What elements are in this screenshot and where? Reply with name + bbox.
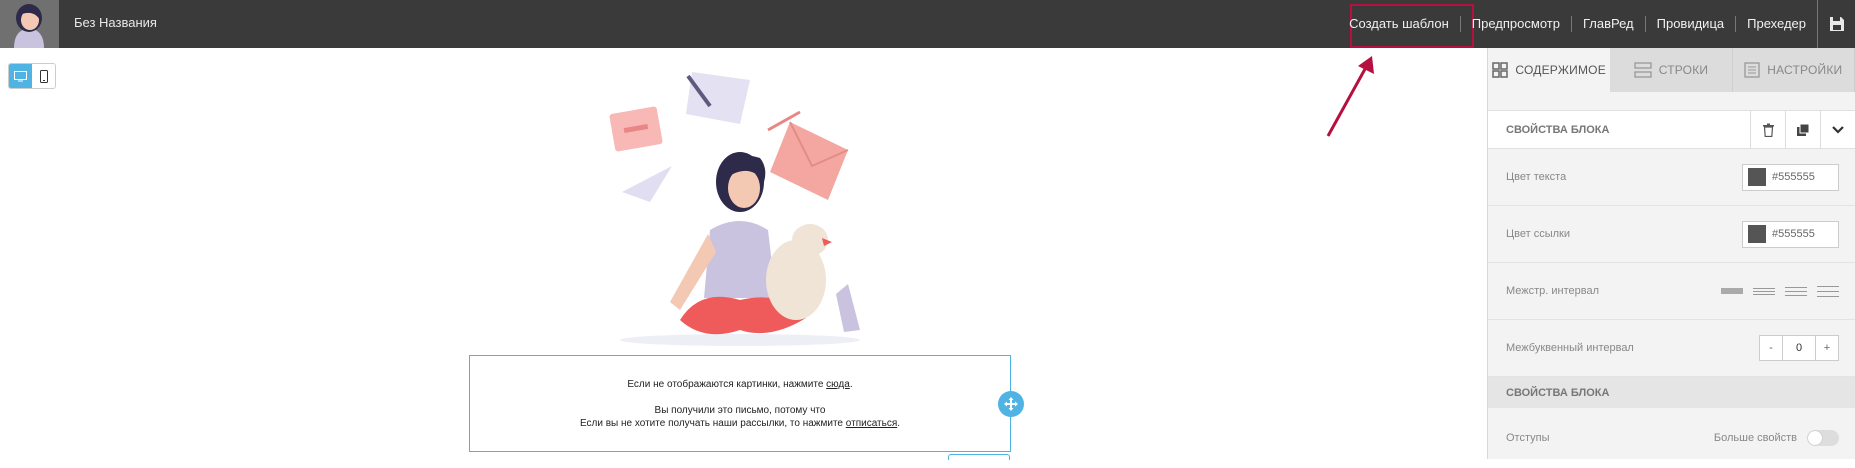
- annotation-arrow: [1326, 56, 1374, 137]
- line-height-wide-icon[interactable]: [1785, 283, 1807, 299]
- block-properties-header-2: СВОЙСТВА БЛОКА: [1488, 377, 1855, 408]
- reason-text: Вы получили это письмо, потому что: [654, 405, 826, 416]
- properties-panel: СОДЕРЖИМОЕ СТРОКИ НАСТРОЙКИ СВОЙСТВА БЛО…: [1487, 48, 1855, 459]
- save-icon: [1829, 17, 1844, 31]
- mobile-icon: [39, 69, 48, 83]
- text-color-value: #555555: [1772, 171, 1815, 183]
- unsubscribe-end: .: [897, 418, 901, 429]
- images-notice: Если не отображаются картинки, нажмите с…: [470, 378, 1010, 391]
- line-height-label: Межстр. интервал: [1506, 285, 1600, 297]
- duplicate-block-button[interactable]: [1785, 110, 1820, 149]
- view-here-link[interactable]: сюда: [826, 379, 850, 390]
- line-height-row: Межстр. интервал: [1488, 263, 1855, 320]
- letter-spacing-label: Межбуквенный интервал: [1506, 342, 1634, 354]
- providitsa-button[interactable]: Провидица: [1644, 16, 1736, 32]
- more-props-toggle[interactable]: [1807, 430, 1839, 446]
- create-template-button[interactable]: Создать шаблон: [1338, 16, 1460, 32]
- desktop-icon: [14, 70, 27, 81]
- panel-tabs: СОДЕРЖИМОЕ СТРОКИ НАСТРОЙКИ: [1488, 48, 1855, 92]
- trash-icon: [1762, 123, 1774, 137]
- grid-icon: [1492, 62, 1509, 78]
- tab-rows[interactable]: СТРОКИ: [1610, 48, 1733, 92]
- letter-spacing-row: Межбуквенный интервал - 0 +: [1488, 320, 1855, 377]
- more-props-control: Больше свойств: [1714, 430, 1839, 446]
- unsubscribe-notice: Если вы не хотите получать наши рассылки…: [470, 417, 1010, 430]
- tab-rows-label: СТРОКИ: [1658, 63, 1709, 77]
- text-color-label: Цвет текста: [1506, 171, 1567, 183]
- email-footer-block[interactable]: Если не отображаются картинки, нажмите с…: [469, 355, 1011, 452]
- collapse-block-button[interactable]: [1820, 110, 1855, 149]
- text-color-swatch[interactable]: [1748, 168, 1766, 186]
- images-notice-text: Если не отображаются картинки, нажмите: [627, 379, 827, 390]
- increment-button[interactable]: +: [1816, 336, 1838, 360]
- block-actions: [1750, 110, 1855, 149]
- tab-settings-label: НАСТРОЙКИ: [1767, 63, 1843, 77]
- unsubscribe-text: Если вы не хотите получать наши рассылки…: [579, 418, 846, 429]
- next-block-edge: [948, 454, 1010, 460]
- padding-row: Отступы Больше свойств: [1488, 408, 1855, 468]
- preview-button[interactable]: Предпросмотр: [1459, 16, 1571, 32]
- line-height-compact-icon[interactable]: [1721, 283, 1743, 299]
- settings-list-icon: [1744, 62, 1760, 78]
- mobile-view-button[interactable]: [32, 64, 55, 88]
- hero-illustration[interactable]: [600, 62, 880, 352]
- line-height-normal-icon[interactable]: [1753, 283, 1775, 299]
- rows-icon: [1634, 62, 1652, 78]
- padding-label: Отступы: [1506, 432, 1550, 444]
- text-color-row: Цвет текста #555555: [1488, 149, 1855, 206]
- delete-block-button[interactable]: [1750, 110, 1785, 149]
- link-color-label: Цвет ссылки: [1506, 228, 1570, 240]
- move-icon: [1004, 397, 1018, 411]
- block-properties-header: СВОЙСТВА БЛОКА: [1488, 110, 1855, 149]
- copy-icon: [1797, 123, 1810, 136]
- save-button[interactable]: [1817, 0, 1855, 48]
- text-color-picker[interactable]: #555555: [1742, 163, 1839, 191]
- letter-spacing-stepper: - 0 +: [1759, 335, 1839, 361]
- device-toggle: [8, 63, 56, 89]
- images-notice-end: .: [849, 379, 853, 390]
- tab-content-label: СОДЕРЖИМОЕ: [1515, 63, 1606, 77]
- glavred-button[interactable]: ГлавРед: [1570, 16, 1645, 32]
- user-avatar[interactable]: [0, 0, 59, 48]
- desktop-view-button[interactable]: [9, 64, 32, 88]
- chevron-down-icon: [1832, 125, 1844, 134]
- tab-settings[interactable]: НАСТРОЙКИ: [1732, 48, 1855, 92]
- top-bar: Без Названия Создать шаблон Предпросмотр…: [0, 0, 1855, 48]
- document-title[interactable]: Без Названия: [74, 15, 157, 30]
- link-color-swatch[interactable]: [1748, 225, 1766, 243]
- line-height-widest-icon[interactable]: [1817, 283, 1839, 299]
- link-color-row: Цвет ссылки #555555: [1488, 206, 1855, 263]
- link-color-value: #555555: [1772, 228, 1815, 240]
- line-height-options: [1721, 283, 1839, 299]
- more-props-label: Больше свойств: [1713, 432, 1797, 444]
- top-menu: Создать шаблон Предпросмотр ГлавРед Пров…: [1338, 0, 1855, 48]
- tab-content[interactable]: СОДЕРЖИМОЕ: [1488, 48, 1611, 92]
- preheader-button[interactable]: Прехедер: [1735, 16, 1817, 32]
- move-handle[interactable]: [998, 391, 1024, 417]
- block-properties-title: СВОЙСТВА БЛОКА: [1506, 123, 1610, 136]
- link-color-picker[interactable]: #555555: [1742, 220, 1839, 248]
- decrement-button[interactable]: -: [1760, 336, 1782, 360]
- letter-spacing-value[interactable]: 0: [1782, 336, 1816, 360]
- unsubscribe-link[interactable]: отписаться: [846, 418, 897, 429]
